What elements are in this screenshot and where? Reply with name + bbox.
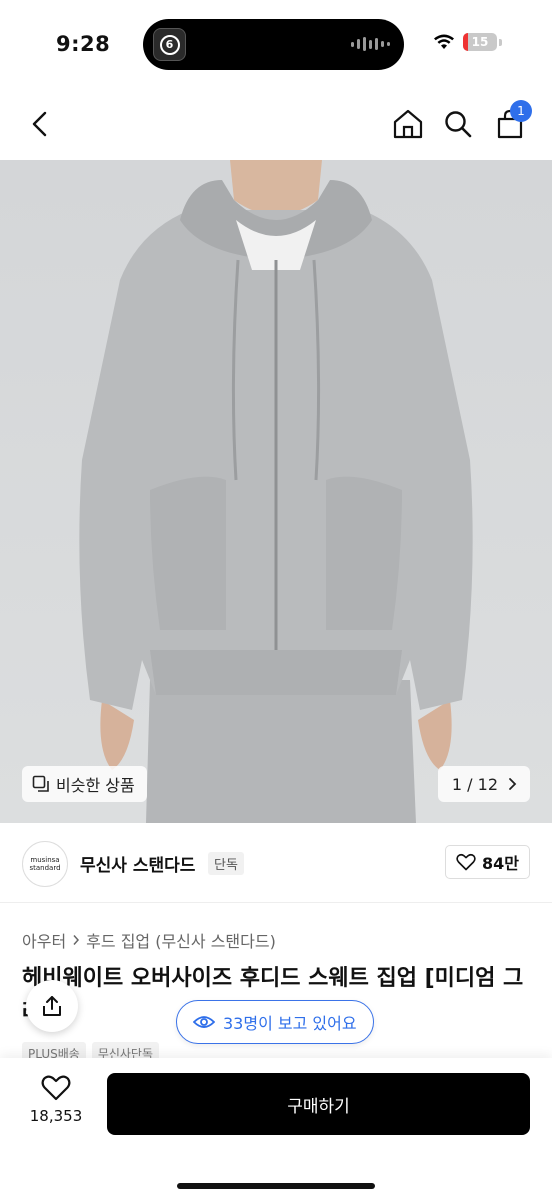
battery-nub — [499, 38, 502, 46]
heart-icon — [456, 853, 476, 871]
island-app-icon: 6 — [153, 28, 186, 61]
back-button[interactable] — [20, 104, 60, 144]
heart-icon — [41, 1075, 71, 1101]
chevron-right-icon — [73, 935, 80, 945]
cart-button[interactable]: 1 — [490, 100, 532, 144]
brand-logo-line2: standard — [29, 864, 61, 872]
product-photo — [79, 160, 473, 823]
buy-button[interactable]: 구매하기 — [107, 1073, 530, 1135]
brand-row[interactable]: musinsa standard 무신사 스탠다드 단독 84만 — [0, 823, 552, 903]
home-indicator — [177, 1183, 375, 1189]
exclusive-badge: 단독 — [208, 852, 244, 875]
gallery-counter: 1 / 12 — [451, 774, 498, 794]
search-icon — [445, 111, 472, 138]
brand-like-button[interactable]: 84만 — [445, 845, 530, 879]
eye-icon — [193, 1016, 215, 1028]
gallery-counter-button[interactable]: 1 / 12 — [437, 766, 530, 802]
cart-count-badge: 1 — [510, 100, 532, 122]
product-image-gallery[interactable]: 비슷한 상품 1 / 12 — [0, 160, 552, 823]
brand-logo-line1: musinsa — [30, 856, 60, 864]
status-bar: 9:28 6 15 — [0, 0, 552, 90]
brand-name[interactable]: 무신사 스탠다드 — [80, 851, 195, 876]
brand-logo: musinsa standard — [22, 841, 68, 887]
audio-wave-icon — [351, 36, 390, 52]
brand-like-count: 84만 — [482, 854, 519, 873]
status-indicators: 15 — [433, 33, 502, 51]
chevron-left-icon — [32, 111, 47, 137]
island-app-glyph: 6 — [159, 34, 180, 55]
share-icon — [43, 996, 61, 1016]
home-button[interactable] — [388, 104, 428, 144]
top-nav: 1 — [0, 90, 552, 160]
dynamic-island: 6 — [143, 19, 404, 70]
breadcrumb-subcategory[interactable]: 후드 집업 (무신사 스탠다드) — [86, 928, 276, 952]
home-icon — [393, 109, 423, 139]
battery-icon: 15 — [463, 33, 497, 51]
copy-icon — [32, 775, 49, 792]
wishlist-button[interactable]: 18,353 — [22, 1074, 90, 1125]
share-button[interactable] — [26, 980, 78, 1032]
status-time: 9:28 — [56, 32, 111, 56]
chevron-right-icon — [509, 778, 517, 790]
similar-products-label: 비슷한 상품 — [56, 776, 135, 795]
wishlist-count: 18,353 — [29, 1107, 83, 1125]
battery-level: 15 — [471, 35, 489, 49]
breadcrumb: 아우터 후드 집업 (무신사 스탠다드) — [22, 928, 276, 952]
breadcrumb-category[interactable]: 아우터 — [22, 928, 66, 952]
viewers-label: 33명이 보고 있어요 — [223, 1014, 357, 1033]
viewers-indicator: 33명이 보고 있어요 — [176, 1000, 374, 1044]
wifi-icon — [434, 34, 454, 49]
bottom-action-bar: 18,353 구매하기 — [0, 1058, 552, 1200]
search-button[interactable] — [438, 104, 478, 144]
similar-products-button[interactable]: 비슷한 상품 — [22, 766, 147, 802]
